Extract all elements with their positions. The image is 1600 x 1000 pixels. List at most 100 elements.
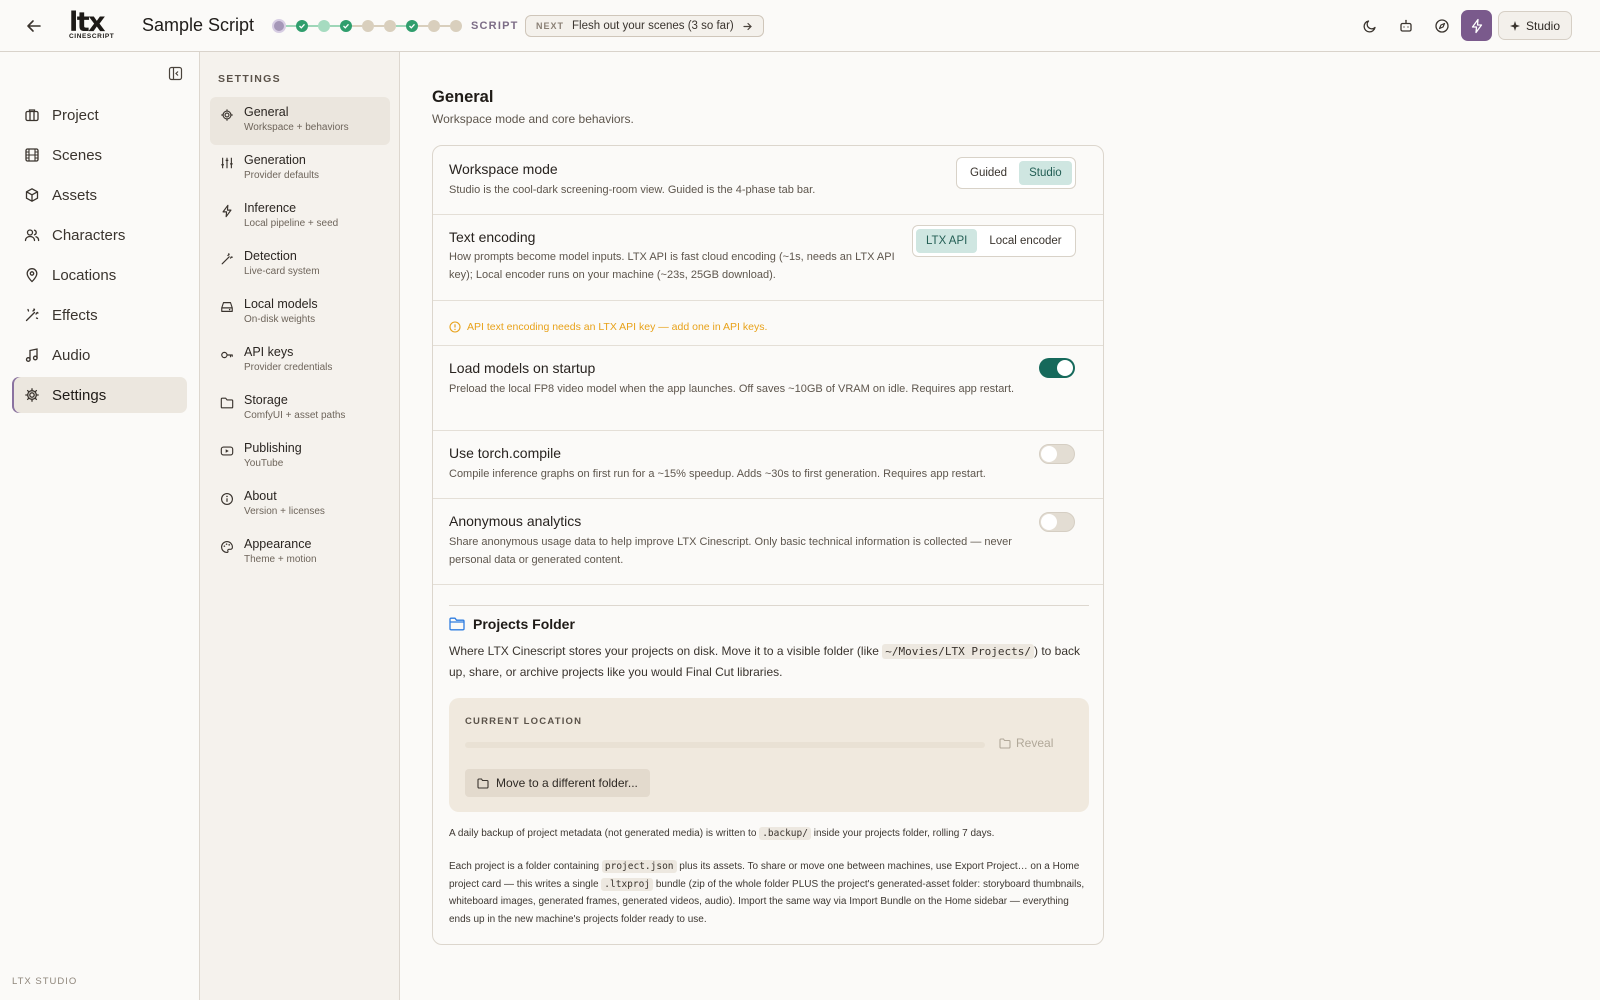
settings-item-api-keys[interactable]: API keys Provider credentials bbox=[210, 337, 390, 385]
settings-item-label: API keys bbox=[244, 345, 294, 359]
sidebar-nav: Project Scenes Assets Characters Locatio… bbox=[12, 97, 187, 417]
workspace-mode-studio[interactable]: Studio bbox=[1019, 161, 1072, 185]
sidebar-item-settings[interactable]: Settings bbox=[12, 377, 187, 413]
current-location-panel: CURRENT LOCATION Reveal Move to a differ… bbox=[449, 698, 1089, 812]
sidebar-item-effects[interactable]: Effects bbox=[12, 297, 187, 333]
moon-icon[interactable] bbox=[1359, 15, 1381, 37]
analytics-toggle[interactable] bbox=[1039, 512, 1075, 532]
sidebar-item-label: Audio bbox=[52, 346, 91, 364]
bolt-icon bbox=[222, 204, 232, 218]
progress-step-done-icon[interactable] bbox=[340, 20, 352, 32]
folder-icon bbox=[449, 617, 465, 631]
settings-item-inference[interactable]: Inference Local pipeline + seed bbox=[210, 193, 390, 241]
info-icon bbox=[221, 493, 233, 505]
sidebar-item-label: Project bbox=[52, 106, 99, 124]
sidebar-item-characters[interactable]: Characters bbox=[12, 217, 187, 253]
settings-item-general[interactable]: General Workspace + behaviors bbox=[210, 97, 390, 145]
load-models-row: Load models on startup Preload the local… bbox=[433, 346, 1103, 431]
settings-item-generation[interactable]: Generation Provider defaults bbox=[210, 145, 390, 193]
next-step-button[interactable]: NEXT Flesh out your scenes (3 so far) bbox=[525, 15, 764, 37]
settings-item-appearance[interactable]: Appearance Theme + motion bbox=[210, 529, 390, 577]
settings-item-detection[interactable]: Detection Live-card system bbox=[210, 241, 390, 289]
load-models-title: Load models on startup bbox=[449, 360, 596, 376]
reveal-button[interactable]: Reveal bbox=[999, 736, 1053, 750]
logo-subtitle: CINESCRIPT bbox=[69, 33, 115, 40]
compass-icon[interactable] bbox=[1431, 15, 1453, 37]
settings-nav-list: General Workspace + behaviors Generation P… bbox=[210, 97, 390, 577]
settings-item-desc: Workspace + behaviors bbox=[244, 122, 349, 133]
sidebar-item-scenes[interactable]: Scenes bbox=[12, 137, 187, 173]
general-settings-card: Workspace mode Studio is the cool-dark s… bbox=[432, 145, 1104, 945]
workspace-mode-row: Workspace mode Studio is the cool-dark s… bbox=[433, 146, 1103, 215]
settings-item-label: General bbox=[244, 105, 289, 119]
sidebar-item-project[interactable]: Project bbox=[12, 97, 187, 133]
projects-folder-example-path: ~/Movies/LTX Projects/ bbox=[882, 644, 1034, 659]
settings-item-desc: Version + licenses bbox=[244, 506, 325, 517]
text-encoding-local[interactable]: Local encoder bbox=[979, 229, 1071, 253]
sidebar-item-locations[interactable]: Locations bbox=[12, 257, 187, 293]
sidebar-item-label: Settings bbox=[52, 386, 107, 404]
move-folder-button[interactable]: Move to a different folder... bbox=[465, 769, 650, 797]
progress-step[interactable] bbox=[318, 20, 330, 32]
sidebar-item-assets[interactable]: Assets bbox=[12, 177, 187, 213]
settings-item-publishing[interactable]: Publishing YouTube bbox=[210, 433, 390, 481]
load-models-toggle[interactable] bbox=[1039, 358, 1075, 378]
progress-step[interactable] bbox=[428, 20, 440, 32]
progress-step-done-icon[interactable] bbox=[406, 20, 418, 32]
page-title: General bbox=[432, 88, 494, 106]
torch-compile-desc: Compile inference graphs on first run fo… bbox=[449, 468, 986, 480]
hard-drive-icon bbox=[221, 302, 233, 312]
settings-item-desc: On-disk weights bbox=[244, 314, 316, 325]
music-note-icon bbox=[25, 348, 38, 362]
export-note: Each project is a folder containing proj… bbox=[449, 860, 1085, 925]
projects-folder-heading: Projects Folder bbox=[449, 616, 575, 632]
torch-compile-row: Use torch.compile Compile inference grap… bbox=[433, 431, 1103, 499]
settings-item-storage[interactable]: Storage ComfyUI + asset paths bbox=[210, 385, 390, 433]
torch-compile-toggle[interactable] bbox=[1039, 444, 1075, 464]
reveal-label: Reveal bbox=[1016, 736, 1054, 750]
next-step-text: Flesh out your scenes (3 so far) bbox=[572, 20, 734, 32]
sparkle-icon bbox=[1510, 20, 1520, 31]
robot-icon[interactable] bbox=[1395, 15, 1417, 37]
progress-step[interactable] bbox=[450, 20, 462, 32]
settings-item-desc: Provider credentials bbox=[244, 362, 333, 373]
warning-circle-icon bbox=[449, 321, 461, 333]
gear-icon bbox=[221, 109, 233, 121]
workspace-mode-guided[interactable]: Guided bbox=[960, 161, 1017, 185]
settings-item-about[interactable]: About Version + licenses bbox=[210, 481, 390, 529]
project-json-filename: project.json bbox=[601, 860, 677, 873]
text-encoding-ltx-api[interactable]: LTX API bbox=[916, 229, 978, 253]
projects-folder-section: Projects Folder Where LTX Cinescript sto… bbox=[433, 585, 1103, 944]
gear-icon bbox=[25, 388, 39, 402]
sidebar-item-label: Assets bbox=[52, 186, 98, 204]
projects-folder-desc: Where LTX Cinescript stores your project… bbox=[449, 641, 1089, 683]
youtube-icon bbox=[220, 446, 234, 456]
app-logo[interactable]: ltx CINESCRIPT bbox=[69, 9, 127, 40]
back-arrow-icon[interactable] bbox=[22, 14, 46, 38]
settings-item-desc: YouTube bbox=[244, 458, 284, 469]
key-icon bbox=[221, 351, 233, 359]
workspace-mode-title: Workspace mode bbox=[449, 161, 558, 177]
projects-folder-title: Projects Folder bbox=[473, 616, 575, 632]
settings-item-desc: Local pipeline + seed bbox=[244, 218, 339, 229]
api-key-warning-row: API text encoding needs an LTX API key —… bbox=[433, 301, 1103, 346]
workspace-mode-toggle[interactable]: Guided Studio bbox=[956, 157, 1076, 189]
progress-step[interactable] bbox=[384, 20, 396, 32]
progress-step-done-icon[interactable] bbox=[296, 20, 308, 32]
collapse-sidebar-icon[interactable] bbox=[168, 66, 184, 82]
progress-step[interactable] bbox=[362, 20, 374, 32]
settings-nav-title: SETTINGS bbox=[218, 73, 281, 85]
workspace-mode-desc: Studio is the cool-dark screening-room v… bbox=[449, 184, 816, 196]
bolt-button[interactable] bbox=[1461, 10, 1492, 41]
sliders-icon bbox=[221, 157, 233, 169]
folder-icon bbox=[220, 397, 234, 409]
studio-mode-button[interactable]: Studio bbox=[1498, 11, 1572, 40]
sidebar-item-audio[interactable]: Audio bbox=[12, 337, 187, 373]
phase-progress[interactable] bbox=[272, 19, 462, 33]
progress-step-current[interactable] bbox=[272, 19, 286, 33]
settings-item-local-models[interactable]: Local models On-disk weights bbox=[210, 289, 390, 337]
text-encoding-toggle[interactable]: LTX API Local encoder bbox=[912, 225, 1076, 257]
settings-content: General Workspace mode and core behavior… bbox=[400, 52, 1600, 1000]
sidebar-item-label: Scenes bbox=[52, 146, 103, 164]
settings-item-label: Storage bbox=[244, 393, 288, 407]
